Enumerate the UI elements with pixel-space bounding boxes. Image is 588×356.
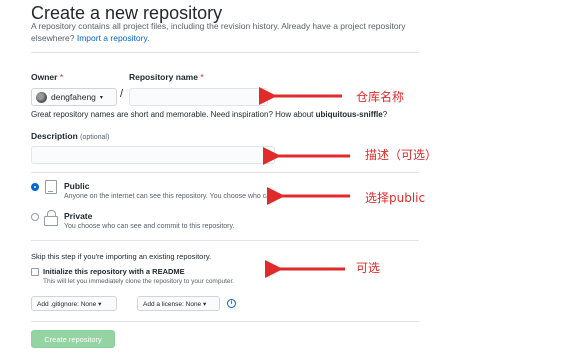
- annotation-repo-name: 仓库名称: [356, 90, 405, 104]
- annotation-public: 选择public: [365, 191, 426, 205]
- annotation-arrows: [259, 87, 350, 278]
- annotation-description: 描述（可选）: [365, 148, 438, 162]
- annotation-readme: 可选: [356, 261, 381, 275]
